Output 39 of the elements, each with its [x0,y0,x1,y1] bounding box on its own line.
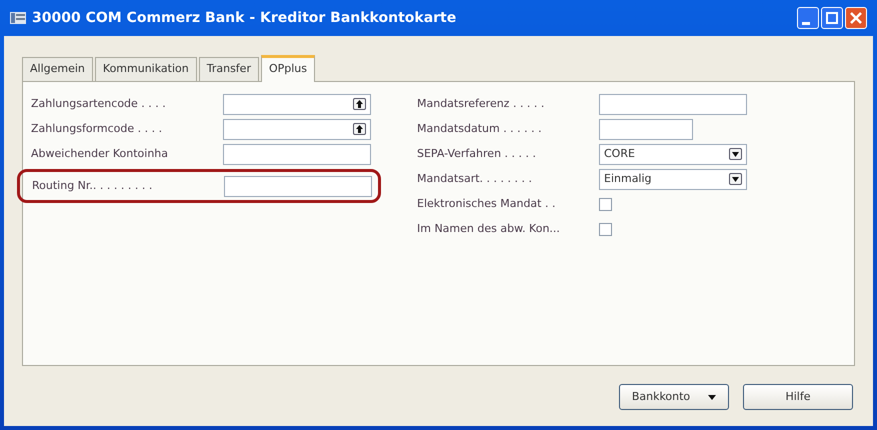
input-field[interactable] [223,144,371,164]
input-field[interactable] [224,176,372,196]
window-title: 30000 COM Commerz Bank - Kreditor Bankkontokarte [32,8,458,28]
field-label: Elektronisches Mandat . . [417,196,556,212]
maximize-button[interactable] [821,7,843,29]
tab[interactable]: Kommunikation [94,57,197,81]
close-button[interactable] [845,7,867,29]
close-icon [850,12,862,24]
lookup-icon[interactable] [353,98,366,110]
tab[interactable]: Transfer [198,57,259,81]
input-field[interactable] [599,118,693,140]
input-field[interactable] [599,94,747,114]
field-label: SEPA-Verfahren . . . . . [417,146,538,162]
maximize-icon [826,12,838,24]
dropdown-icon[interactable] [729,148,742,160]
field-label: Abweichender Kontoinha [31,146,170,162]
input-field[interactable]: CORE [599,144,747,164]
caret-icon [708,394,716,400]
help-button[interactable]: Hilfe [743,384,853,410]
minimize-button[interactable] [797,7,819,29]
field-label: Zahlungsformcode . . . . [31,120,164,137]
minimize-icon [802,22,810,24]
dropdown-icon[interactable] [729,173,742,185]
field-label: Mandatsreferenz . . . . . [417,96,546,112]
field-label: Zahlungsartencode . . . . [31,96,167,112]
app-icon [10,12,26,24]
tab[interactable]: Allgemein [22,57,93,81]
field-label: Mandatsart. . . . . . . . [417,170,533,187]
field-label: Im Namen des abw. Kon... [417,220,561,237]
field-label: Routing Nr.. . . . . . . . . [32,178,154,194]
input-field[interactable]: Einmalig [599,168,747,190]
field-label: Mandatsdatum . . . . . . [417,120,543,137]
checkbox[interactable] [599,198,612,210]
checkbox[interactable] [599,222,612,236]
input-field[interactable] [223,94,371,114]
lookup-icon[interactable] [353,123,366,135]
input-field[interactable] [223,118,371,140]
tab[interactable]: OPplus [260,55,316,82]
menu-button[interactable]: Bankkonto [619,384,729,410]
